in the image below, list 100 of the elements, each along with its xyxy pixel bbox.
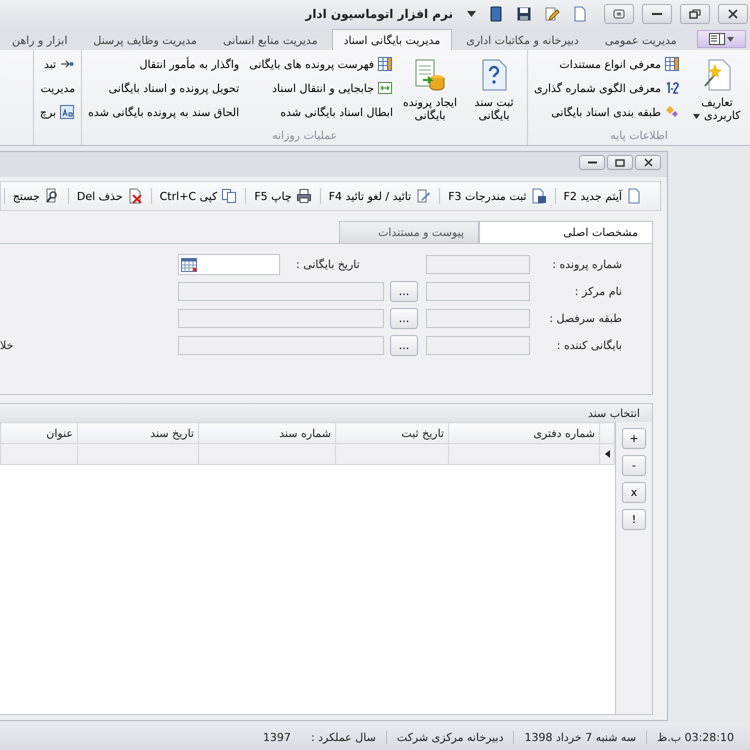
restore-icon — [689, 9, 701, 19]
dropdown-icon[interactable] — [467, 11, 476, 17]
ribbon-item[interactable]: مدیریت — [38, 78, 78, 98]
field-label: بایگانی کننده : — [556, 339, 623, 352]
grid-action-button[interactable]: - — [622, 455, 646, 476]
group-title: انتخاب سند — [588, 406, 640, 420]
ribbon-button[interactable]: تعاریف کاربردی — [688, 54, 746, 129]
ribbon-item[interactable]: معرفی الگوی شماره گذاری — [532, 78, 682, 98]
ribbon-item[interactable]: ابطال اسناد بایگانی شده — [247, 102, 396, 122]
column-header[interactable]: تاریخ سند — [78, 422, 198, 444]
input-field[interactable] — [426, 309, 530, 328]
input-field[interactable] — [426, 255, 530, 274]
grid-action-button[interactable]: + — [622, 428, 646, 449]
status-text: دبیرخانه مرکزی شرکت — [386, 730, 514, 744]
pencil-icon — [544, 6, 560, 22]
minimize-button[interactable] — [579, 155, 605, 170]
application-menu-button[interactable] — [696, 30, 746, 48]
tab[interactable]: مشخصات اصلی — [479, 221, 653, 243]
input-field[interactable] — [178, 309, 384, 328]
ribbon-item[interactable]: فهرست پرونده های بایگانی — [247, 54, 396, 74]
toolbar-button[interactable]: جستج — [4, 188, 68, 204]
current-row-icon — [605, 450, 610, 458]
ribbon-button[interactable]: ثبت سند بایگانی — [465, 54, 524, 129]
grid-action-button[interactable]: x — [622, 482, 646, 503]
group-title: عملیات روزانه — [271, 129, 338, 144]
minimize-icon — [652, 12, 662, 16]
grid-action-button[interactable]: ! — [622, 509, 646, 530]
column-header[interactable]: شماره سند — [198, 422, 336, 444]
date-field[interactable] — [178, 254, 280, 275]
status-text: 03:28:10 ب.ظ — [646, 730, 744, 744]
field-label: شماره پرونده : — [551, 258, 623, 271]
ribbon-tab[interactable]: ابزار و راهن — [0, 29, 80, 50]
save-document-icon — [530, 188, 546, 204]
maximize-icon — [615, 158, 625, 166]
group-title: اطلاعات پایه — [609, 129, 669, 144]
ribbon-item[interactable]: تحویل پرونده و اسناد بایگانی — [86, 78, 242, 98]
toolbar-button[interactable]: آیتم جدید F2 — [554, 188, 650, 204]
document-database-icon — [414, 58, 446, 92]
toolbar-button[interactable]: ثبت مندرجات F3 — [439, 188, 554, 204]
ribbon-tab[interactable]: مدیریت عمومی — [592, 29, 689, 50]
input-field[interactable] — [178, 282, 384, 301]
status-text: سه شنبه 7 خرداد 1398 — [513, 730, 646, 744]
screen-icon — [613, 9, 625, 19]
document-icon — [626, 188, 642, 204]
column-header[interactable]: تاریخ ثبت — [336, 422, 448, 444]
column-header[interactable]: عنوان — [0, 422, 78, 444]
restore-button[interactable] — [680, 4, 710, 24]
arrows-icon — [377, 80, 394, 96]
column-header[interactable]: شماره دفتری — [448, 422, 600, 444]
table-icon — [664, 56, 680, 72]
tab[interactable]: پیوست و مستندات — [339, 221, 479, 243]
field-label: تاریخ بایگانی : — [296, 258, 360, 271]
status-text: سال عملکرد : — [310, 730, 377, 744]
close-button[interactable] — [718, 4, 748, 24]
window-title: نرم افزار اتوماسیون ادار — [305, 7, 453, 21]
toolbar-button[interactable]: حذف Del — [68, 188, 151, 204]
close-icon — [728, 9, 738, 19]
label-icon — [59, 104, 76, 120]
field-label: طبقه سرفصل : — [548, 312, 623, 325]
field-label: خلا — [0, 339, 14, 352]
ribbon-tab[interactable]: مدیریت منابع انسانی — [210, 29, 330, 50]
delete-icon — [126, 188, 143, 204]
close-icon — [644, 158, 652, 167]
browse-button[interactable]: ... — [390, 281, 418, 302]
ribbon-item[interactable]: طبقه بندی اسناد بایگانی — [532, 102, 682, 122]
calendar-icon — [181, 257, 197, 272]
toolbar-button[interactable]: چاپ F5 — [245, 188, 320, 204]
numbers-icon — [664, 80, 680, 96]
toolbar-button[interactable]: تائید / لغو تائید F4 — [320, 188, 440, 204]
toolbar-button[interactable]: کپی Ctrl+C — [150, 188, 246, 204]
ribbon-tab[interactable]: مدیریت وظایف پرسنل — [81, 29, 209, 50]
ribbon-item[interactable]: تبد — [38, 54, 78, 74]
input-field[interactable] — [426, 282, 530, 301]
browse-button[interactable]: ... — [390, 335, 418, 356]
table-icon — [377, 56, 394, 72]
close-button[interactable] — [635, 155, 661, 170]
minimize-button[interactable] — [642, 4, 672, 24]
browse-button[interactable]: ... — [390, 308, 418, 329]
save-icon — [516, 6, 532, 22]
input-field[interactable] — [426, 336, 530, 355]
ribbon-tab[interactable]: مدیریت بایگانی اسناد — [332, 29, 452, 50]
minimize-icon — [588, 161, 596, 164]
ribbon-item[interactable]: معرفی انواع مستندات — [532, 54, 682, 74]
maximize-button[interactable] — [607, 155, 633, 170]
ribbon-item[interactable]: واگذار به مأمور انتقال — [86, 54, 242, 74]
input-field[interactable] — [178, 336, 384, 355]
ribbon-item[interactable]: جابجایی و انتقال اسناد — [247, 78, 396, 98]
fullscreen-button[interactable] — [604, 4, 634, 24]
caret-icon — [693, 114, 700, 119]
shapes-icon — [664, 104, 680, 120]
copy-icon — [221, 188, 238, 204]
ribbon-button[interactable]: ایجاد پرونده بایگانی — [401, 54, 460, 129]
dropdown-icon — [726, 36, 734, 42]
printer-icon — [296, 188, 312, 204]
document-icon — [572, 6, 588, 22]
ribbon-tab[interactable]: دبیرخانه و مکاتبات اداری — [454, 29, 591, 50]
ribbon-item[interactable]: برچ — [38, 102, 78, 122]
field-label: نام مرکز : — [574, 285, 623, 298]
status-text: 1397 — [262, 730, 292, 744]
ribbon-item[interactable]: الحاق سند به پرونده بایگانی شده — [86, 102, 242, 122]
